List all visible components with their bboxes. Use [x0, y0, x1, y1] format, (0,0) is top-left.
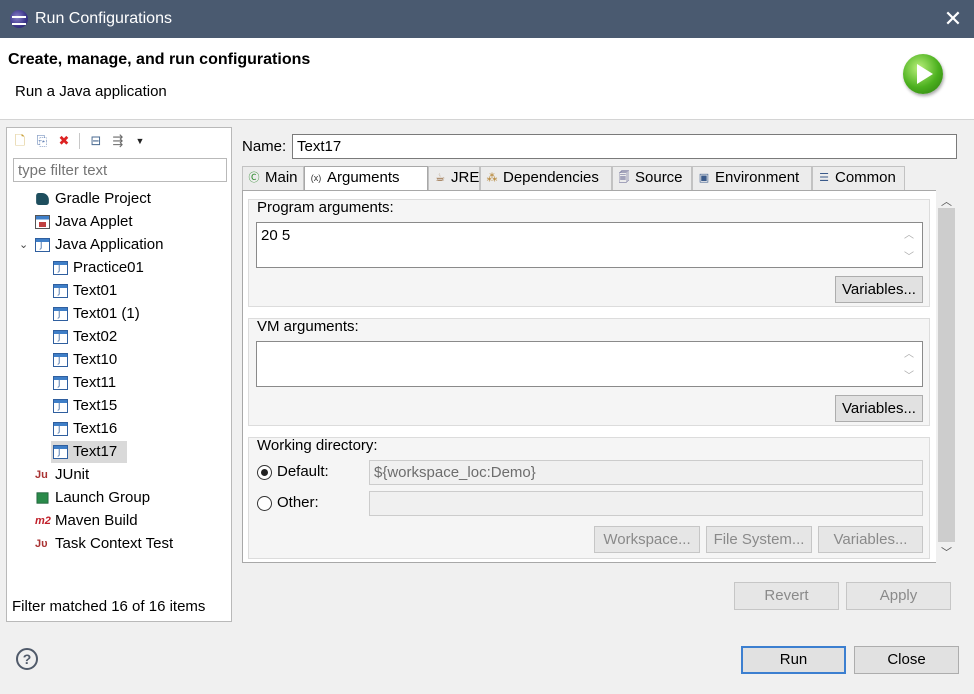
program-arguments-group: Program arguments: 20 5 ︿ ﹀ Variables...: [248, 199, 930, 307]
other-label: Other:: [277, 494, 319, 511]
vm-variables-button[interactable]: Variables...: [835, 395, 923, 422]
java-file-icon: [53, 307, 68, 321]
java-file-icon: [53, 376, 68, 390]
workspace-button: Workspace...: [594, 526, 700, 553]
jre-tab-icon: ☕: [435, 172, 445, 184]
working-directory-label: Working directory:: [257, 437, 378, 454]
title-bar: Run Configurations ✕: [0, 0, 974, 38]
window-title: Run Configurations: [35, 10, 172, 27]
new-launch-config-icon[interactable]: 🗋: [11, 132, 29, 150]
configuration-tree-panel: 🗋 ⎘ ✖ ⊟ ⇶ ▼ Gradle Project Java Applet ⌄…: [6, 127, 232, 622]
scroll-down-icon[interactable]: ﹀: [904, 367, 914, 382]
tab-main[interactable]: Ⓒ Main: [242, 166, 304, 190]
scroll-down-icon[interactable]: ﹀: [941, 544, 952, 560]
java-file-icon: [53, 445, 68, 459]
main-tab-icon: Ⓒ: [248, 172, 260, 184]
task-context-icon: Jυ: [35, 538, 48, 550]
delete-icon[interactable]: ✖: [55, 132, 73, 150]
java-file-icon: [53, 399, 68, 413]
revert-button: Revert: [734, 582, 839, 610]
java-file-icon: [53, 330, 68, 344]
default-directory-field: ${workspace_loc:Demo}: [369, 460, 923, 485]
chevron-down-icon[interactable]: ⌄: [19, 234, 28, 256]
arguments-tab-content: Program arguments: 20 5 ︿ ﹀ Variables...…: [242, 190, 957, 563]
tab-source[interactable]: 🗐 Source: [612, 166, 692, 190]
working-directory-group: Working directory: Default: ${workspace_…: [248, 437, 930, 559]
apply-button: Apply: [846, 582, 951, 610]
vm-arguments-label: VM arguments:: [257, 318, 359, 335]
dialog-header: Create, manage, and run configurations R…: [0, 38, 974, 120]
environment-tab-icon: ▣: [698, 172, 710, 184]
default-label: Default:: [277, 463, 329, 480]
java-file-icon: [53, 261, 68, 275]
java-file-icon: [53, 353, 68, 367]
close-window-icon[interactable]: ✕: [938, 4, 968, 34]
duplicate-icon[interactable]: ⎘: [33, 132, 51, 150]
run-button[interactable]: Run: [741, 646, 846, 674]
source-tab-icon: 🗐: [618, 172, 630, 184]
name-label: Name:: [242, 138, 287, 155]
tab-environment[interactable]: ▣ Environment: [692, 166, 812, 190]
textarea-scrollbar[interactable]: ︿ ﹀: [900, 223, 922, 267]
vm-arguments-group: VM arguments: ︿ ﹀ Variables...: [248, 318, 930, 426]
tab-jre[interactable]: ☕ JRE: [428, 166, 480, 190]
vm-arguments-textarea[interactable]: ︿ ﹀: [256, 341, 923, 387]
eclipse-icon: [10, 10, 28, 28]
name-field[interactable]: Text17: [292, 134, 957, 159]
scroll-up-icon[interactable]: ︿: [904, 226, 914, 241]
dialog-subtitle: Run a Java application: [15, 83, 167, 100]
tree-item-text17[interactable]: Text17: [51, 441, 127, 463]
launch-group-icon: [36, 492, 49, 504]
help-icon[interactable]: ?: [16, 648, 38, 670]
dependencies-tab-icon: ⁂: [486, 172, 498, 184]
content-scrollbar[interactable]: ︿ ﹀: [936, 190, 957, 563]
filter-icon[interactable]: ⇶: [109, 132, 127, 150]
applet-icon: [35, 215, 50, 229]
arguments-tab-icon: (x): [310, 173, 322, 183]
java-file-icon: [53, 284, 68, 298]
java-app-icon: [35, 238, 50, 252]
junit-icon: Ju: [35, 469, 48, 481]
tab-bar: Ⓒ Main (x) Arguments ☕ JRE ⁂ Dependencie…: [242, 166, 957, 191]
tab-common[interactable]: ☰ Common: [812, 166, 905, 190]
textarea-scrollbar[interactable]: ︿ ﹀: [900, 342, 922, 386]
scrollbar-thumb[interactable]: [938, 208, 955, 542]
default-radio[interactable]: [257, 465, 272, 480]
scroll-up-icon[interactable]: ︿: [941, 193, 952, 209]
program-arguments-label: Program arguments:: [257, 199, 394, 216]
program-arguments-textarea[interactable]: 20 5 ︿ ﹀: [256, 222, 923, 268]
filter-status: Filter matched 16 of 16 items: [12, 598, 206, 615]
other-radio[interactable]: [257, 496, 272, 511]
dialog-title: Create, manage, and run configurations: [8, 51, 311, 68]
close-button[interactable]: Close: [854, 646, 959, 674]
program-variables-button[interactable]: Variables...: [835, 276, 923, 303]
java-file-icon: [53, 422, 68, 436]
maven-icon: m2: [35, 515, 51, 527]
common-tab-icon: ☰: [819, 172, 829, 184]
scroll-down-icon[interactable]: ﹀: [904, 248, 914, 263]
working-dir-variables-button: Variables...: [818, 526, 923, 553]
toolbar-separator: [79, 133, 80, 149]
tab-dependencies[interactable]: ⁂ Dependencies: [480, 166, 612, 190]
scroll-up-icon[interactable]: ︿: [904, 345, 914, 360]
other-directory-field: [369, 491, 923, 516]
dropdown-arrow-icon[interactable]: ▼: [131, 132, 149, 150]
tab-arguments[interactable]: (x) Arguments: [304, 166, 428, 191]
run-banner-icon: [903, 54, 943, 94]
filter-input[interactable]: [13, 158, 227, 182]
collapse-all-icon[interactable]: ⊟: [87, 132, 105, 150]
file-system-button: File System...: [706, 526, 812, 553]
gradle-icon: [36, 193, 49, 205]
